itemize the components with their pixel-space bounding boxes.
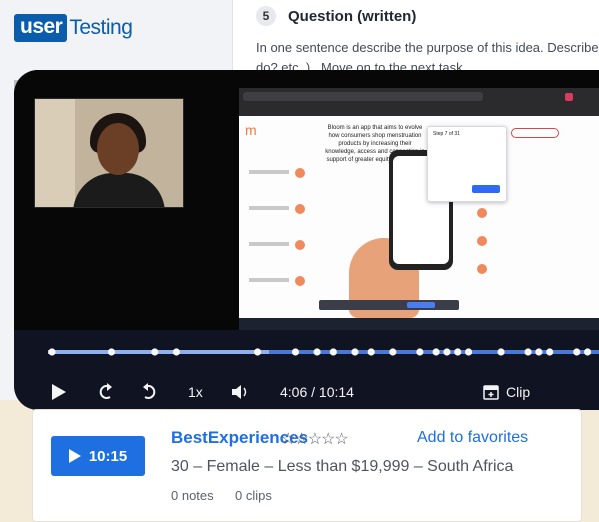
timeline-marker[interactable] (443, 348, 451, 356)
timeline-marker[interactable] (107, 348, 116, 356)
play-button[interactable] (50, 382, 68, 407)
stop-sharing-button (407, 302, 435, 308)
participant-webcam (34, 98, 184, 208)
timeline-marker[interactable] (535, 348, 543, 356)
add-to-favorites-link[interactable]: Add to favorites (417, 429, 528, 447)
timeline-marker[interactable] (151, 348, 159, 356)
timeline-marker[interactable] (291, 348, 300, 356)
step-popup-title: Step 7 of 31 (433, 131, 460, 137)
feature-icon (295, 276, 305, 286)
timeline-marker[interactable] (583, 348, 592, 356)
timeline-marker[interactable] (546, 348, 554, 356)
timeline-marker[interactable] (416, 348, 424, 356)
rewind-icon (99, 383, 112, 399)
feature-text (249, 242, 289, 246)
play-session-button[interactable]: 10:15 (51, 436, 145, 476)
feature-text (249, 206, 289, 210)
bloom-logo: m (245, 122, 257, 138)
feature-text (249, 278, 289, 282)
task-header: 5 Question (written) (256, 6, 416, 26)
feature-text (249, 170, 289, 174)
feature-icon (477, 208, 487, 218)
timeline-marker[interactable] (454, 348, 462, 356)
windows-taskbar (239, 318, 599, 330)
clip-icon (483, 385, 499, 400)
feature-icon (295, 240, 305, 250)
timeline-marker[interactable] (464, 348, 473, 356)
rewind-button[interactable] (95, 382, 115, 407)
browser-address-bar (243, 92, 483, 101)
clips-count[interactable]: 0 clips (235, 488, 272, 503)
webcam-background (35, 99, 75, 207)
session-card: 10:15 BestExperiences ☆☆☆☆☆ Add to favor… (32, 409, 582, 522)
feature-icon (477, 236, 487, 246)
screen-share-notice (319, 300, 459, 310)
next-step-button (472, 185, 500, 193)
timeline-marker[interactable] (497, 348, 505, 356)
timeline-marker[interactable] (524, 348, 532, 356)
usertesting-logo: user Testing (14, 14, 133, 42)
volume-button[interactable] (230, 382, 250, 407)
recorded-screen: m Bloom is an app that aims to evolve ho… (239, 88, 599, 330)
session-duration: 10:15 (88, 447, 128, 465)
timeline-marker[interactable] (313, 348, 321, 356)
logo-mark: user (14, 14, 68, 42)
extension-icon (565, 93, 573, 101)
participant-body (73, 173, 165, 207)
participant-face (97, 123, 139, 175)
rating-stars[interactable]: ☆☆☆☆☆ (281, 429, 349, 449)
step-popup: Step 7 of 31 (427, 126, 507, 202)
screenshot-stage: user Testing 5 Question (written) In one… (0, 0, 599, 522)
speed-button[interactable]: 1x (188, 382, 203, 402)
player-controls: 1x 4:06 / 10:14 Clip (50, 382, 599, 410)
play-icon (52, 384, 66, 400)
feature-icon (295, 204, 305, 214)
notes-count[interactable]: 0 notes (171, 488, 214, 503)
timeline-marker[interactable] (573, 348, 581, 356)
timeline-progress (48, 350, 269, 354)
clip-button[interactable]: Clip (482, 382, 530, 402)
task-title: Question (written) (288, 7, 417, 25)
browser-toolbar (239, 88, 599, 116)
timeline-marker[interactable] (48, 348, 56, 356)
time-readout: 4:06 / 10:14 (280, 384, 354, 400)
timeline-marker[interactable] (329, 348, 337, 356)
feature-icon (477, 264, 487, 274)
timeline-marker[interactable] (389, 348, 397, 356)
logo-text: Testing (69, 16, 133, 39)
feature-icon (295, 168, 305, 178)
timeline-marker[interactable] (253, 348, 262, 356)
timeline-marker[interactable] (432, 348, 440, 356)
timeline-marker[interactable] (367, 348, 375, 356)
timeline-marker[interactable] (172, 348, 181, 356)
participant-demographics: 30 – Female – Less than $19,999 – South … (171, 458, 514, 475)
forward-icon (143, 383, 156, 399)
clip-label: Clip (506, 384, 531, 400)
task-description-line: In one sentence describe the purpose of … (256, 40, 599, 55)
task-number-badge: 5 (256, 6, 276, 26)
play-icon (68, 449, 81, 463)
volume-icon (232, 385, 247, 399)
timeline-marker[interactable] (351, 348, 359, 356)
forward-button[interactable] (140, 382, 160, 407)
recording-indicator (511, 128, 559, 138)
timeline[interactable] (14, 336, 599, 366)
